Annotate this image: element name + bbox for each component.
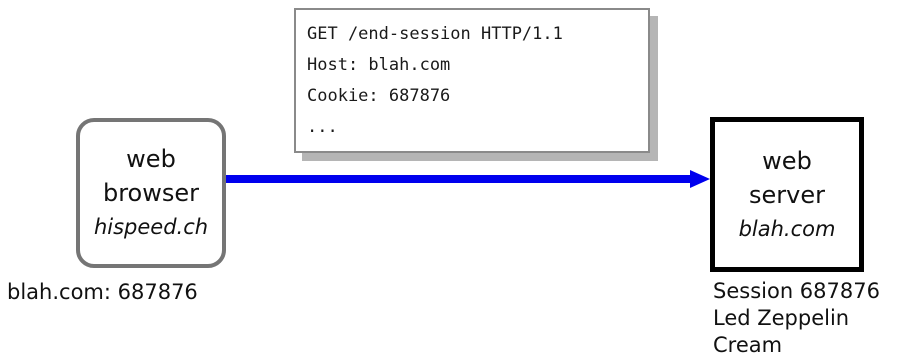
browser-cookie-label: blah.com: 687876 (7, 280, 198, 304)
session-line-id: Session 687876 (713, 279, 880, 303)
web-browser-node: web browser hispeed.ch (76, 118, 226, 268)
server-label-line2: server (749, 180, 825, 209)
request-line-host: Host: blah.com (307, 55, 451, 75)
web-server-node: web server blah.com (710, 117, 864, 272)
session-line-item-2: Cream (713, 333, 783, 357)
browser-domain: hispeed.ch (93, 215, 209, 239)
request-line-cookie: Cookie: 687876 (307, 86, 451, 106)
browser-label-line2: browser (102, 179, 200, 207)
http-request-box: GET /end-session HTTP/1.1 Host: blah.com… (294, 8, 650, 153)
request-line-ellipsis: ... (307, 117, 338, 137)
server-domain: blah.com (738, 216, 836, 241)
server-label-line1: web (762, 146, 812, 175)
browser-label-line1: web (126, 145, 176, 173)
request-arrow-head (690, 170, 710, 188)
request-line-method: GET /end-session HTTP/1.1 (307, 24, 563, 44)
server-session-store: Session 687876 Led Zeppelin Cream (713, 278, 880, 359)
session-line-item-1: Led Zeppelin (713, 306, 850, 330)
